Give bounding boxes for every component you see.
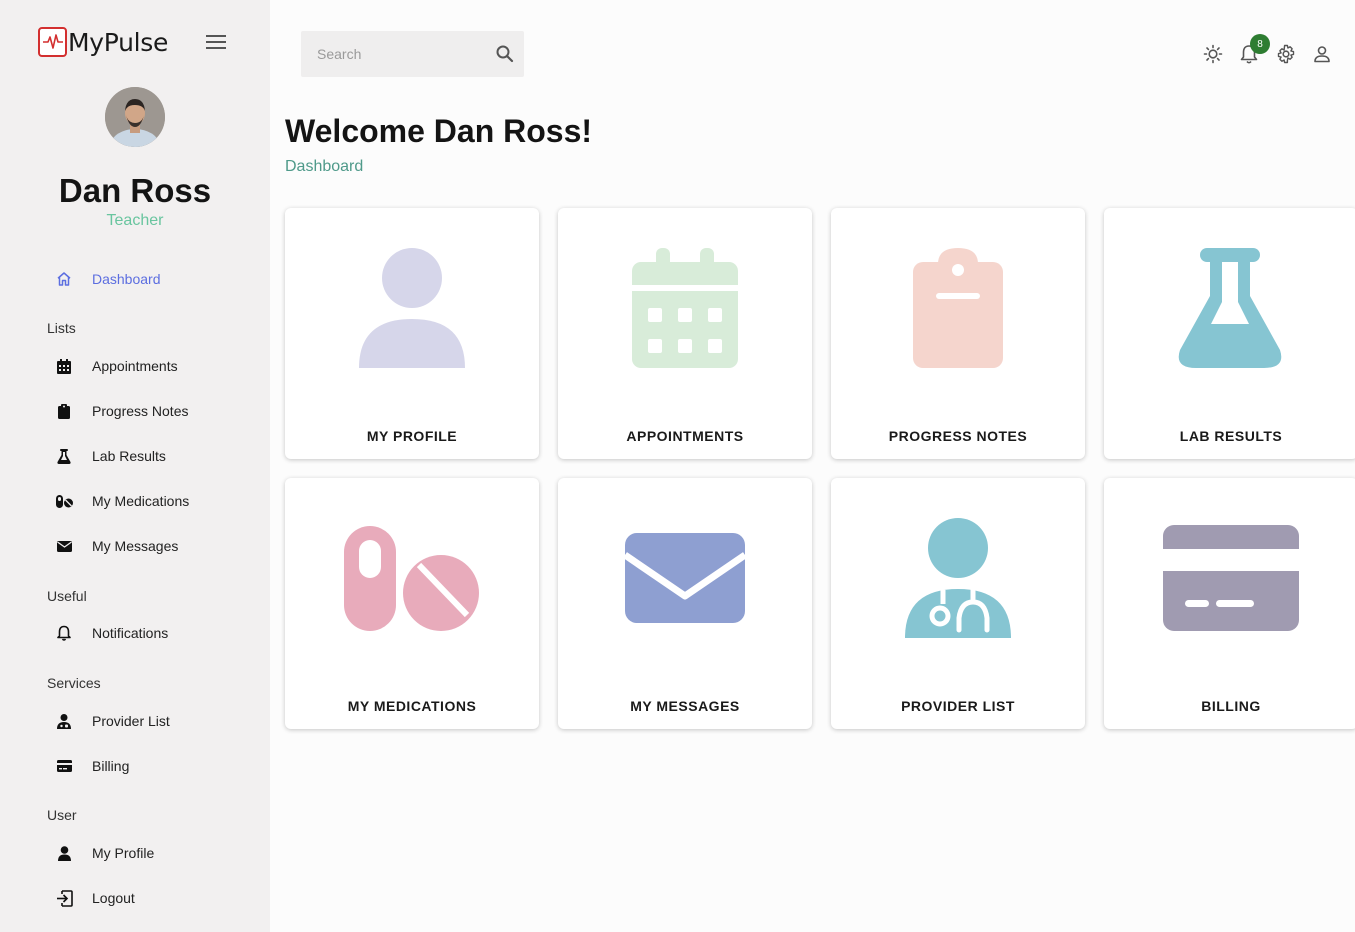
doctor-icon: [47, 706, 81, 736]
card-label: LAB RESULTS: [1179, 428, 1283, 444]
user-name: Dan Ross: [58, 172, 212, 209]
person-icon: [47, 838, 81, 868]
clipboard-icon: [47, 396, 81, 426]
section-title-useful: Useful: [47, 588, 87, 604]
user-role: Teacher: [106, 212, 164, 229]
bell-icon: [47, 618, 81, 648]
sidebar-item-notifications[interactable]: Notifications: [47, 618, 168, 648]
sidebar-item-label: My Messages: [92, 538, 179, 554]
person-icon: [359, 248, 465, 368]
envelope-icon: [623, 533, 747, 623]
avatar: [105, 87, 165, 147]
card-progress-notes[interactable]: PROGRESS NOTES: [831, 208, 1085, 459]
sidebar-item-label: Appointments: [92, 358, 178, 374]
flask-icon: [47, 441, 81, 471]
sidebar: MyPulse Dan Ross Teacher Dashboard Lists…: [0, 0, 270, 932]
card-my-profile[interactable]: MY PROFILE: [285, 208, 539, 459]
sidebar-item-label: Dashboard: [92, 271, 161, 287]
sidebar-item-provider-list[interactable]: Provider List: [47, 706, 170, 736]
section-title-lists: Lists: [47, 320, 76, 336]
sidebar-item-billing[interactable]: Billing: [47, 751, 129, 781]
sidebar-item-dashboard[interactable]: Dashboard: [47, 264, 161, 294]
card-label: MY MESSAGES: [630, 698, 740, 714]
clipboard-icon: [913, 248, 1003, 368]
sidebar-item-lab-results[interactable]: Lab Results: [47, 441, 166, 471]
sidebar-item-my-profile[interactable]: My Profile: [47, 838, 154, 868]
sidebar-item-label: Progress Notes: [92, 403, 189, 419]
card-my-messages[interactable]: MY MESSAGES: [558, 478, 812, 729]
pulse-logo-icon: [38, 27, 67, 57]
card-label: BILLING: [1201, 698, 1261, 714]
gear-icon[interactable]: [1275, 43, 1297, 65]
pills-icon: [344, 526, 479, 631]
card-billing[interactable]: BILLING: [1104, 478, 1355, 729]
account-icon[interactable]: [1311, 43, 1333, 65]
menu-icon[interactable]: [206, 35, 226, 51]
sidebar-item-progress-notes[interactable]: Progress Notes: [47, 396, 188, 426]
card-label: MY MEDICATIONS: [347, 698, 477, 714]
card-label: APPOINTMENTS: [626, 428, 744, 444]
sun-icon[interactable]: [1202, 43, 1224, 65]
doctor-icon: [905, 518, 1011, 638]
calendar-icon: [632, 248, 738, 368]
brand-name: MyPulse: [68, 27, 169, 57]
search-box: [301, 31, 524, 77]
logout-icon: [47, 883, 81, 913]
search-icon[interactable]: [494, 43, 516, 65]
pills-icon: [47, 486, 81, 516]
card-label: PROGRESS NOTES: [888, 428, 1028, 444]
sidebar-item-label: Lab Results: [92, 448, 166, 464]
envelope-icon: [47, 531, 81, 561]
credit-card-icon: [47, 751, 81, 781]
sidebar-item-label: Notifications: [92, 625, 169, 641]
sidebar-item-label: Logout: [92, 890, 135, 906]
credit-card-icon: [1163, 525, 1299, 631]
flask-icon: [1178, 248, 1282, 368]
breadcrumb[interactable]: Dashboard: [285, 158, 363, 176]
section-title-services: Services: [47, 675, 101, 691]
card-label: PROVIDER LIST: [901, 698, 1015, 714]
page-title: Welcome Dan Ross!: [285, 113, 593, 149]
section-title-user: User: [47, 807, 77, 823]
sidebar-item-my-messages[interactable]: My Messages: [47, 531, 178, 561]
sidebar-item-my-medications[interactable]: My Medications: [47, 486, 189, 516]
notification-badge: 8: [1250, 34, 1270, 54]
card-provider-list[interactable]: PROVIDER LIST: [831, 478, 1085, 729]
search-input[interactable]: [317, 46, 487, 62]
brand[interactable]: MyPulse: [38, 27, 168, 57]
sidebar-item-label: My Profile: [92, 845, 155, 861]
calendar-icon: [47, 351, 81, 381]
sidebar-item-logout[interactable]: Logout: [47, 883, 135, 913]
card-label: MY PROFILE: [366, 428, 458, 444]
sidebar-item-label: Billing: [92, 758, 130, 774]
sidebar-item-label: Provider List: [92, 713, 170, 729]
sidebar-item-label: My Medications: [92, 493, 190, 509]
home-icon: [47, 264, 81, 294]
card-appointments[interactable]: APPOINTMENTS: [558, 208, 812, 459]
card-my-medications[interactable]: MY MEDICATIONS: [285, 478, 539, 729]
sidebar-item-appointments[interactable]: Appointments: [47, 351, 178, 381]
card-lab-results[interactable]: LAB RESULTS: [1104, 208, 1355, 459]
